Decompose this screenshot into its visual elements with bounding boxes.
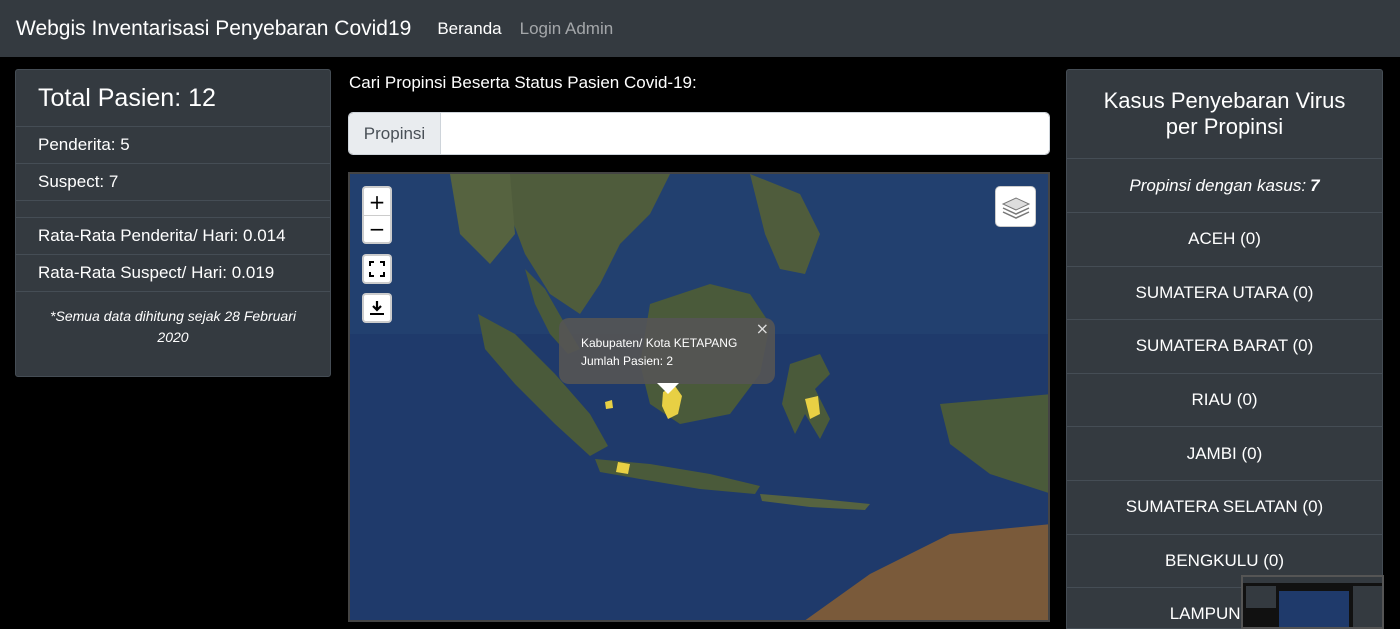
divider (16, 201, 330, 218)
nav-link-login-admin[interactable]: Login Admin (520, 19, 614, 39)
layers-icon (1001, 196, 1030, 219)
search-prepend-label: Propinsi (349, 113, 441, 154)
popup-pointer (657, 383, 679, 394)
cases-title: Kasus Penyebaran Virus per Propinsi (1067, 70, 1382, 159)
cases-count-label: Propinsi dengan kasus: (1129, 175, 1307, 195)
province-item[interactable]: RIAU (0) (1067, 374, 1382, 428)
total-pasien: Total Pasien: 12 (16, 70, 330, 127)
thumbnail-image (1243, 577, 1382, 627)
province-item[interactable]: ACEH (0) (1067, 213, 1382, 267)
data-note: *Semua data dihitung sejak 28 Februari 2… (50, 308, 296, 345)
fullscreen-icon (369, 261, 385, 277)
search-label: Cari Propinsi Beserta Status Pasien Covi… (349, 73, 697, 92)
popup-patient-count: Jumlah Pasien: 2 (581, 354, 674, 368)
province-item[interactable]: SUMATERA SELATAN (0) (1067, 481, 1382, 535)
satellite-map-image (350, 174, 1048, 620)
popup-close-button[interactable]: × (756, 320, 769, 338)
province-item[interactable]: SUMATERA BARAT (0) (1067, 320, 1382, 374)
layers-button[interactable] (995, 186, 1036, 227)
zoom-out-button[interactable]: − (364, 215, 390, 242)
avg-penderita: Rata-Rata Penderita/ Hari: 0.014 (16, 218, 330, 255)
stats-card: Total Pasien: 12 Penderita: 5 Suspect: 7… (15, 69, 331, 377)
search-group: Propinsi (348, 112, 1050, 155)
nav-link-beranda[interactable]: Beranda (437, 19, 501, 39)
avg-suspect: Rata-Rata Suspect/ Hari: 0.019 (16, 255, 330, 292)
map-view[interactable]: + − × Kabupaten/ Kota KETAPANG Jumlah Pa… (348, 172, 1050, 622)
zoom-in-button[interactable]: + (364, 188, 390, 215)
cases-panel: Kasus Penyebaran Virus per Propinsi Prop… (1066, 69, 1383, 629)
province-search-input[interactable] (441, 113, 1049, 154)
cases-count-value: 7 (1310, 175, 1320, 195)
navbar-brand[interactable]: Webgis Inventarisasi Penyebaran Covid19 (16, 17, 411, 41)
penderita-count: Penderita: 5 (16, 127, 330, 164)
popup-region-name: Kabupaten/ Kota KETAPANG (581, 336, 738, 350)
download-icon (370, 301, 384, 315)
screenshot-thumbnail[interactable] (1241, 575, 1384, 629)
fullscreen-button[interactable] (362, 254, 392, 284)
suspect-count: Suspect: 7 (16, 164, 330, 201)
province-item[interactable]: SUMATERA UTARA (0) (1067, 267, 1382, 321)
download-button[interactable] (362, 293, 392, 323)
map-popup: × Kabupaten/ Kota KETAPANG Jumlah Pasien… (559, 318, 775, 384)
cases-count: Propinsi dengan kasus: 7 (1067, 159, 1382, 213)
zoom-control: + − (362, 186, 392, 244)
province-item[interactable]: JAMBI (0) (1067, 427, 1382, 481)
navbar: Webgis Inventarisasi Penyebaran Covid19 … (0, 0, 1400, 57)
